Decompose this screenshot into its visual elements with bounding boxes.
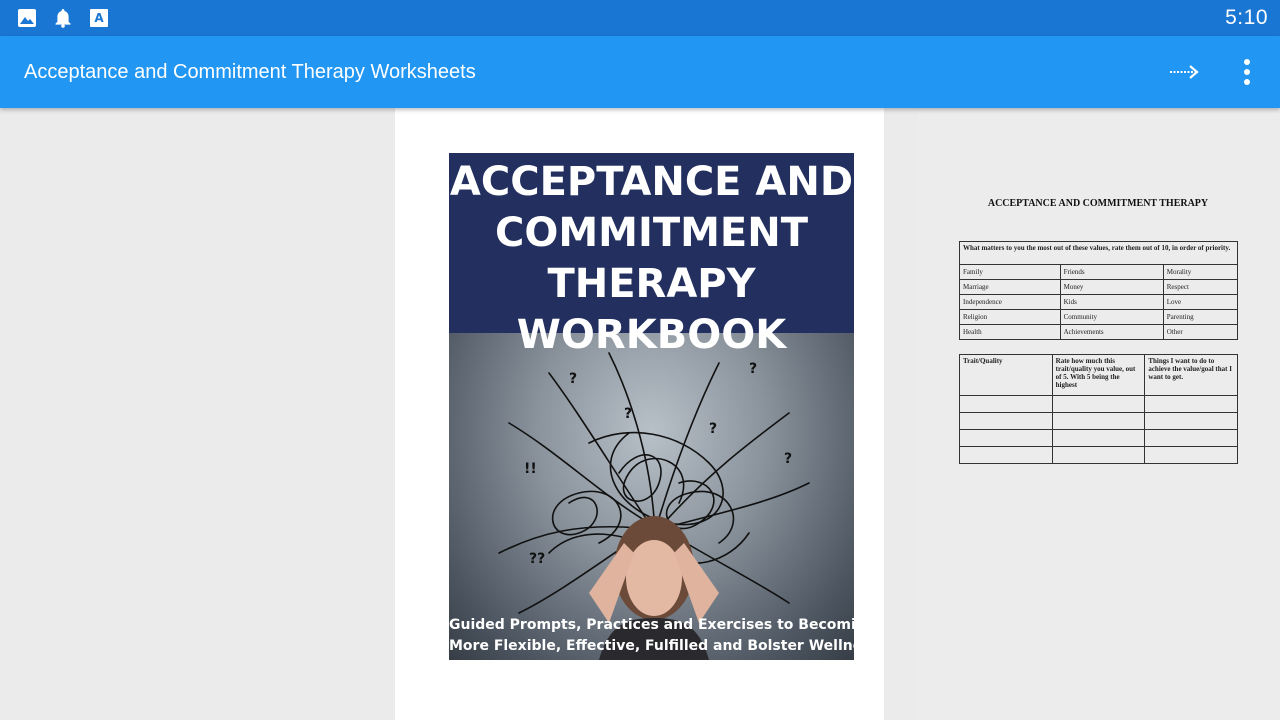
values-table: What matters to you the most out of thes… xyxy=(959,241,1239,340)
table-row xyxy=(959,412,1238,430)
table-row: Religion Community Parenting xyxy=(959,309,1239,325)
cover-title-line: ACCEPTANCE AND xyxy=(449,159,854,205)
svg-text:?: ? xyxy=(569,371,577,387)
document-page-cover[interactable]: ? ? ? ? !! ? ?? ACCEPTANCE AND COMMITMEN… xyxy=(395,108,884,720)
table-cell: Money xyxy=(1059,279,1164,295)
next-arrow-icon[interactable] xyxy=(1164,56,1204,88)
table-row xyxy=(959,429,1238,447)
table-cell xyxy=(1144,395,1238,413)
table-cell xyxy=(1051,395,1146,413)
table-row: Independence Kids Love xyxy=(959,294,1239,310)
quality-table: Trait/Quality Rate how much this trait/q… xyxy=(959,354,1238,464)
cover-image: ? ? ? ? !! ? ?? ACCEPTANCE AND COMMITMEN… xyxy=(449,153,854,660)
table-cell xyxy=(959,446,1053,464)
app-title: Acceptance and Commitment Therapy Worksh… xyxy=(24,61,476,83)
svg-text:!!: !! xyxy=(524,461,537,477)
cover-subtitle-line: More Flexible, Effective, Fulfilled and … xyxy=(449,638,854,654)
table-cell xyxy=(1051,446,1146,464)
document-page-worksheet[interactable]: ACCEPTANCE AND COMMITMENT THERAPY What m… xyxy=(918,108,1280,720)
table-cell: Parenting xyxy=(1162,309,1239,325)
table-cell xyxy=(1051,429,1146,447)
table-row: Family Friends Morality xyxy=(959,264,1239,280)
worksheet-heading: ACCEPTANCE AND COMMITMENT THERAPY xyxy=(987,198,1209,209)
table-cell: Achievements xyxy=(1059,324,1164,340)
notification-bell-icon xyxy=(55,9,71,28)
quality-table-header: Things I want to do to achieve the value… xyxy=(1144,354,1238,396)
values-table-header: What matters to you the most out of thes… xyxy=(959,241,1238,265)
table-cell: Kids xyxy=(1059,294,1164,310)
cover-title-line: WORKBOOK xyxy=(516,312,787,358)
svg-text:?: ? xyxy=(624,406,632,422)
table-cell: Family xyxy=(959,264,1061,280)
table-row xyxy=(959,395,1238,413)
svg-text:A: A xyxy=(94,11,104,25)
clock: 5:10 xyxy=(1225,6,1268,29)
table-cell: Marriage xyxy=(959,279,1061,295)
table-cell: Friends xyxy=(1059,264,1164,280)
table-cell xyxy=(959,429,1053,447)
cover-title: ACCEPTANCE AND COMMITMENT THERAPY WORKBO… xyxy=(449,157,854,361)
cover-subtitle: Guided Prompts, Practices and Exercises … xyxy=(449,615,854,657)
app-bar: Acceptance and Commitment Therapy Worksh… xyxy=(0,36,1280,108)
cover-title-line: THERAPY xyxy=(547,261,756,307)
gallery-icon xyxy=(18,9,36,27)
table-cell: Religion xyxy=(959,309,1061,325)
cover-title-line: COMMITMENT xyxy=(494,210,809,256)
status-bar: A 5:10 xyxy=(0,0,1280,36)
table-cell: Respect xyxy=(1162,279,1239,295)
table-cell xyxy=(1144,412,1238,430)
scribble-illustration: ? ? ? ? !! ? ?? xyxy=(498,352,810,660)
table-cell: Morality xyxy=(1162,264,1239,280)
table-cell: Community xyxy=(1059,309,1164,325)
svg-text:?: ? xyxy=(784,451,792,467)
svg-text:?: ? xyxy=(749,361,757,377)
table-cell xyxy=(959,412,1053,430)
table-cell: Independence xyxy=(959,294,1061,310)
table-row: Marriage Money Respect xyxy=(959,279,1239,295)
table-cell xyxy=(1051,412,1146,430)
more-vert-icon[interactable] xyxy=(1232,56,1262,88)
table-row: Health Achievements Other xyxy=(959,324,1239,340)
table-cell: Health xyxy=(959,324,1061,340)
table-row xyxy=(959,446,1238,464)
quality-table-header: Trait/Quality xyxy=(959,354,1053,396)
svg-text:?: ? xyxy=(709,421,717,437)
table-cell: Love xyxy=(1162,294,1239,310)
quality-table-header: Rate how much this trait/quality you val… xyxy=(1051,354,1146,396)
table-cell xyxy=(1144,429,1238,447)
translate-icon: A xyxy=(90,9,108,27)
svg-text:??: ?? xyxy=(529,551,545,567)
cover-subtitle-line: Guided Prompts, Practices and Exercises … xyxy=(449,617,854,633)
table-cell: Other xyxy=(1162,324,1239,340)
table-cell xyxy=(1144,446,1238,464)
table-cell xyxy=(959,395,1053,413)
